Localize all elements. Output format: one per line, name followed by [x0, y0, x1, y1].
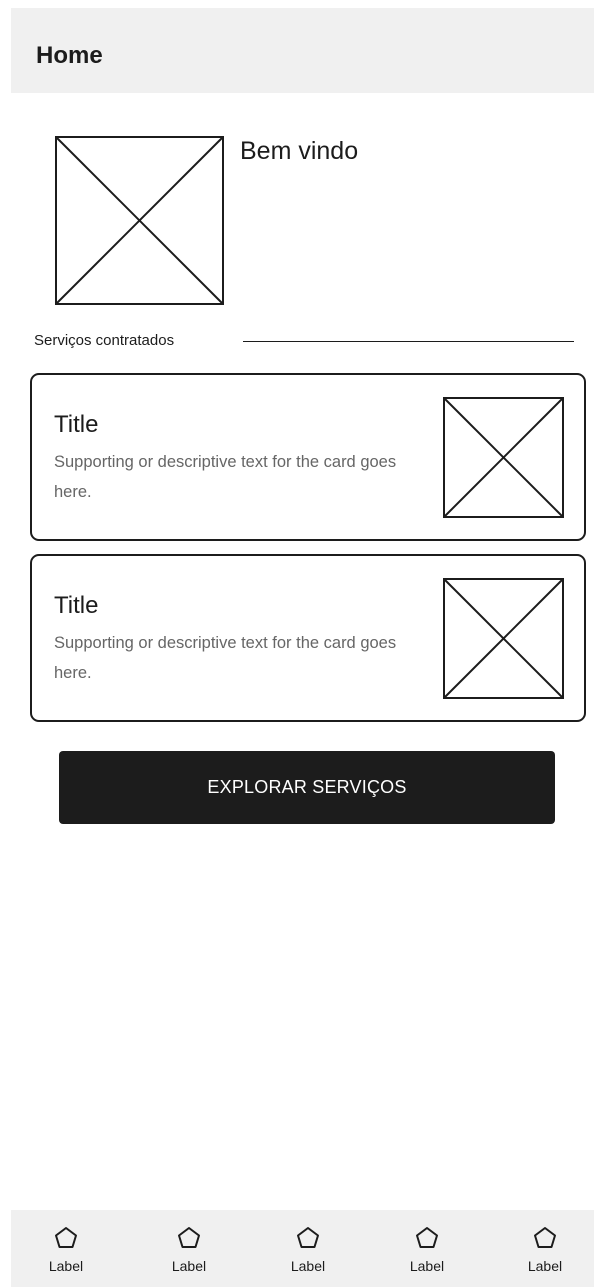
services-section-label: Serviços contratados — [34, 332, 175, 349]
nav-item-label: Label — [409, 1258, 445, 1274]
bottom-navigation: Label Label Label Label Label — [11, 1210, 594, 1287]
card-description: Supporting or descriptive text for the c… — [54, 453, 397, 501]
image-placeholder-icon — [443, 397, 564, 518]
explore-services-button[interactable]: EXPLORAR SERVIÇOS — [59, 751, 555, 824]
service-card[interactable]: Title Supporting or descriptive text for… — [30, 554, 586, 722]
nav-item-label: Label — [290, 1258, 326, 1274]
nav-item-label: Label — [48, 1258, 84, 1274]
card-description: Supporting or descriptive text for the c… — [54, 634, 397, 682]
welcome-message: Bem vindo — [240, 137, 359, 165]
top-app-bar: Home — [11, 8, 594, 93]
image-placeholder-icon — [443, 578, 564, 699]
pentagon-icon — [416, 1227, 438, 1248]
service-card[interactable]: Title Supporting or descriptive text for… — [30, 373, 586, 541]
page-title: Home — [36, 42, 103, 69]
pentagon-icon — [534, 1227, 556, 1248]
card-title: Title — [54, 592, 99, 619]
pentagon-icon — [55, 1227, 77, 1248]
card-title: Title — [54, 411, 99, 438]
section-divider — [243, 341, 574, 342]
nav-item-label: Label — [171, 1258, 207, 1274]
nav-item[interactable]: Label — [392, 1210, 462, 1287]
nav-item[interactable]: Label — [273, 1210, 343, 1287]
pentagon-icon — [297, 1227, 319, 1248]
pentagon-icon — [178, 1227, 200, 1248]
nav-item[interactable]: Label — [154, 1210, 224, 1287]
nav-item[interactable]: Label — [510, 1210, 580, 1287]
nav-item-label: Label — [527, 1258, 563, 1274]
image-placeholder-icon — [55, 136, 224, 305]
nav-item[interactable]: Label — [31, 1210, 101, 1287]
